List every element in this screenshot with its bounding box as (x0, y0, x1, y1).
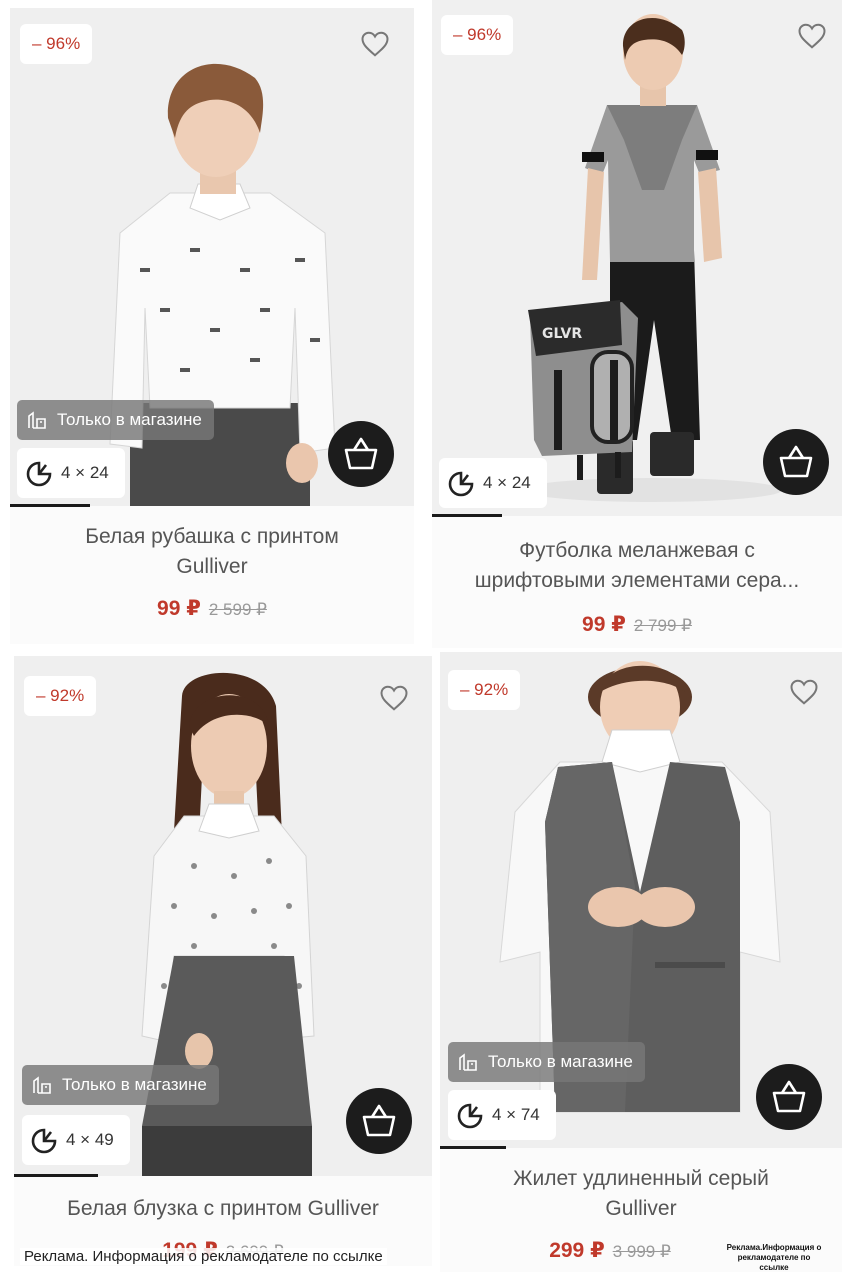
product-title[interactable]: Футболка меланжевая с шрифтовыми элемент… (432, 536, 842, 596)
svg-text:GLVR: GLVR (542, 326, 582, 342)
product-card-4[interactable]: – 92% Только в магазине 4 × 74 Жилет удл… (440, 652, 842, 1272)
add-to-cart-button[interactable] (763, 429, 829, 495)
ad-disclaimer[interactable]: Реклама. Информация о рекламодателе по с… (20, 1248, 387, 1265)
store-only-badge: Только в магазине (22, 1065, 219, 1105)
price-current: 99 ₽ (582, 613, 626, 636)
product-title-line1: Жилет удлиненный серый (513, 1167, 769, 1190)
product-title-line2: шрифтовыми элементами сера... (474, 569, 800, 592)
basket-icon (779, 445, 813, 478)
basket-icon (772, 1080, 806, 1113)
store-icon (28, 411, 46, 429)
heart-icon[interactable] (379, 684, 409, 712)
price-row: 99 ₽ 2 599 ₽ (10, 596, 414, 621)
discount-badge: – 96% (20, 24, 93, 64)
installment-label: 4 × 49 (66, 1130, 114, 1149)
product-title-line2: Gulliver (176, 555, 248, 578)
price-old: 3 999 ₽ (612, 1242, 671, 1261)
store-only-badge: Только в магазине (17, 400, 214, 440)
installment-icon (457, 1103, 483, 1129)
product-grid: – 96% Только в магазине 4 × 24 Белая руб… (0, 0, 853, 1280)
store-icon (459, 1053, 477, 1071)
product-title[interactable]: Белая рубашка с принтом Gulliver (10, 522, 414, 582)
image-progress (440, 1146, 506, 1149)
price-old: 2 799 ₽ (633, 616, 692, 635)
heart-icon[interactable] (797, 22, 827, 50)
product-image[interactable]: – 96% Только в магазине 4 × 24 (10, 8, 414, 506)
installment-icon (31, 1128, 57, 1154)
image-progress (14, 1174, 98, 1177)
discount-badge: – 92% (24, 676, 97, 716)
store-only-badge: Только в магазине (448, 1042, 645, 1082)
installment-badge[interactable]: 4 × 74 (448, 1090, 556, 1140)
image-progress (10, 504, 90, 507)
price-old: 2 599 ₽ (208, 600, 267, 619)
product-title-line2: Gulliver (605, 1197, 677, 1220)
product-card-2[interactable]: GLVR – 96% 4 × 24 Футболка меланжевая с … (432, 0, 842, 648)
product-card-1[interactable]: – 96% Только в магазине 4 × 24 Белая руб… (10, 8, 414, 644)
store-only-label: Только в магазине (57, 410, 202, 429)
product-image[interactable]: GLVR – 96% 4 × 24 (432, 0, 842, 516)
store-only-label: Только в магазине (488, 1052, 633, 1071)
discount-badge: – 92% (448, 670, 521, 710)
product-image[interactable]: – 92% Только в магазине 4 × 74 (440, 652, 842, 1148)
discount-badge: – 96% (441, 15, 514, 55)
product-title-line1: Белая рубашка с принтом (85, 525, 339, 548)
installment-icon (26, 461, 52, 487)
installment-label: 4 × 74 (492, 1105, 540, 1124)
installment-badge[interactable]: 4 × 24 (17, 448, 125, 498)
product-title[interactable]: Белая блузка с принтом Gulliver (14, 1194, 432, 1224)
product-title-line1: Белая блузка с принтом Gulliver (67, 1197, 379, 1220)
store-icon (33, 1076, 51, 1094)
image-progress (432, 514, 502, 517)
product-card-3[interactable]: – 92% Только в магазине 4 × 49 Белая блу… (14, 656, 432, 1266)
price-row: 99 ₽ 2 799 ₽ (432, 612, 842, 637)
installment-badge[interactable]: 4 × 49 (22, 1115, 130, 1165)
installment-icon (448, 471, 474, 497)
price-current: 299 ₽ (549, 1239, 605, 1262)
ad-disclaimer-mini[interactable]: Реклама.Информация о рекламодателе по сс… (724, 1243, 824, 1273)
installment-badge[interactable]: 4 × 24 (439, 458, 547, 508)
basket-icon (362, 1104, 396, 1137)
price-current: 99 ₽ (157, 597, 201, 620)
add-to-cart-button[interactable] (756, 1064, 822, 1130)
heart-icon[interactable] (360, 30, 390, 58)
installment-label: 4 × 24 (483, 473, 531, 492)
add-to-cart-button[interactable] (328, 421, 394, 487)
product-title-line1: Футболка меланжевая с (519, 539, 755, 562)
installment-label: 4 × 24 (61, 463, 109, 482)
add-to-cart-button[interactable] (346, 1088, 412, 1154)
product-image[interactable]: – 92% Только в магазине 4 × 49 (14, 656, 432, 1176)
store-only-label: Только в магазине (62, 1075, 207, 1094)
basket-icon (344, 437, 378, 470)
heart-icon[interactable] (789, 678, 819, 706)
product-title[interactable]: Жилет удлиненный серый Gulliver (440, 1164, 842, 1224)
